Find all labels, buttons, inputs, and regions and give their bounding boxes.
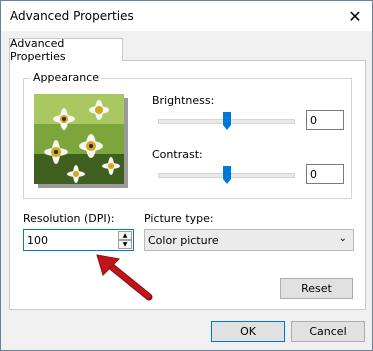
brightness-value-input[interactable]: 0 xyxy=(306,110,344,130)
reset-button[interactable]: Reset xyxy=(280,278,353,299)
spin-up-icon: ▲ xyxy=(122,232,128,239)
brightness-slider[interactable] xyxy=(158,111,295,131)
cancel-label: Cancel xyxy=(309,325,347,338)
spin-down-button[interactable]: ▼ xyxy=(118,240,132,249)
spin-up-button[interactable]: ▲ xyxy=(118,231,132,240)
contrast-thumb[interactable] xyxy=(222,165,232,185)
appearance-group: Appearance Brightness: 0 Contrast: 0 xyxy=(23,71,352,199)
tab-label: Advanced Properties xyxy=(10,37,66,63)
resolution-label: Resolution (DPI): xyxy=(23,212,115,225)
cancel-button[interactable]: Cancel xyxy=(291,321,365,342)
resolution-value: 100 xyxy=(27,234,48,247)
contrast-label: Contrast: xyxy=(152,148,203,161)
picture-type-value: Color picture xyxy=(148,234,219,247)
flower-photo-preview xyxy=(34,94,124,184)
contrast-slider[interactable] xyxy=(158,165,295,185)
resolution-spin-input[interactable]: 100 ▲ ▼ xyxy=(23,229,134,251)
tab-panel: Appearance Brightness: 0 Contrast: 0 Res… xyxy=(9,60,366,310)
annotation-arrow-icon xyxy=(96,254,153,301)
advanced-properties-dialog: Advanced Properties ✕ Advanced Propertie… xyxy=(0,0,373,351)
window-title: Advanced Properties xyxy=(10,9,134,23)
close-button[interactable]: ✕ xyxy=(338,1,372,31)
contrast-value-input[interactable]: 0 xyxy=(306,164,344,184)
brightness-label: Brightness: xyxy=(152,94,215,107)
brightness-thumb[interactable] xyxy=(222,111,232,131)
ok-label: OK xyxy=(240,325,256,338)
chevron-down-icon: ⌄ xyxy=(338,233,347,244)
flower-photo-icon xyxy=(34,94,124,184)
reset-label: Reset xyxy=(301,282,332,295)
tab-advanced-properties[interactable]: Advanced Properties xyxy=(9,37,123,63)
picture-type-label: Picture type: xyxy=(144,212,214,225)
appearance-legend: Appearance xyxy=(31,71,102,84)
title-bar: Advanced Properties ✕ xyxy=(1,1,372,31)
spin-down-icon: ▼ xyxy=(122,241,128,248)
ok-button[interactable]: OK xyxy=(211,321,285,342)
close-icon: ✕ xyxy=(348,6,362,26)
picture-type-select[interactable]: Color picture ⌄ xyxy=(144,229,354,251)
